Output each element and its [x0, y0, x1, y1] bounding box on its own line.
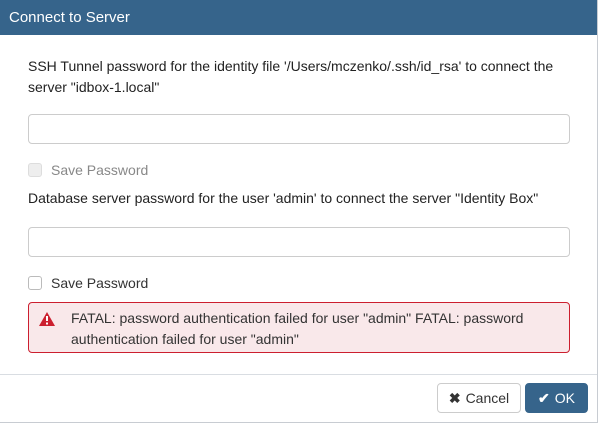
connect-dialog: Connect to Server SSH Tunnel password fo…: [0, 0, 598, 423]
cancel-button[interactable]: ✖ Cancel: [437, 383, 521, 413]
ssh-save-password-checkbox[interactable]: Save Password: [28, 162, 148, 178]
checkbox-box[interactable]: [28, 276, 42, 290]
cancel-label: Cancel: [465, 390, 510, 406]
error-alert: FATAL: password authentication failed fo…: [28, 302, 570, 353]
db-save-password-label: Save Password: [51, 275, 149, 291]
checkbox-box[interactable]: [28, 163, 42, 177]
ok-button[interactable]: ✔ OK: [525, 383, 588, 413]
ok-label: OK: [554, 390, 575, 406]
ssh-password-input[interactable]: [28, 114, 570, 144]
ssh-password-label: SSH Tunnel password for the identity fil…: [28, 58, 554, 95]
warning-triangle-icon: [39, 312, 55, 326]
footer-divider: [0, 374, 597, 375]
ssh-save-password-label: Save Password: [51, 162, 149, 178]
dialog-title: Connect to Server: [0, 0, 597, 35]
db-password-input[interactable]: [28, 227, 570, 257]
check-icon: ✔: [538, 389, 550, 406]
db-password-label: Database server password for the user 'a…: [28, 190, 539, 206]
error-message: FATAL: password authentication failed fo…: [71, 310, 524, 347]
close-icon: ✖: [448, 389, 461, 406]
db-save-password-checkbox[interactable]: Save Password: [28, 275, 148, 291]
